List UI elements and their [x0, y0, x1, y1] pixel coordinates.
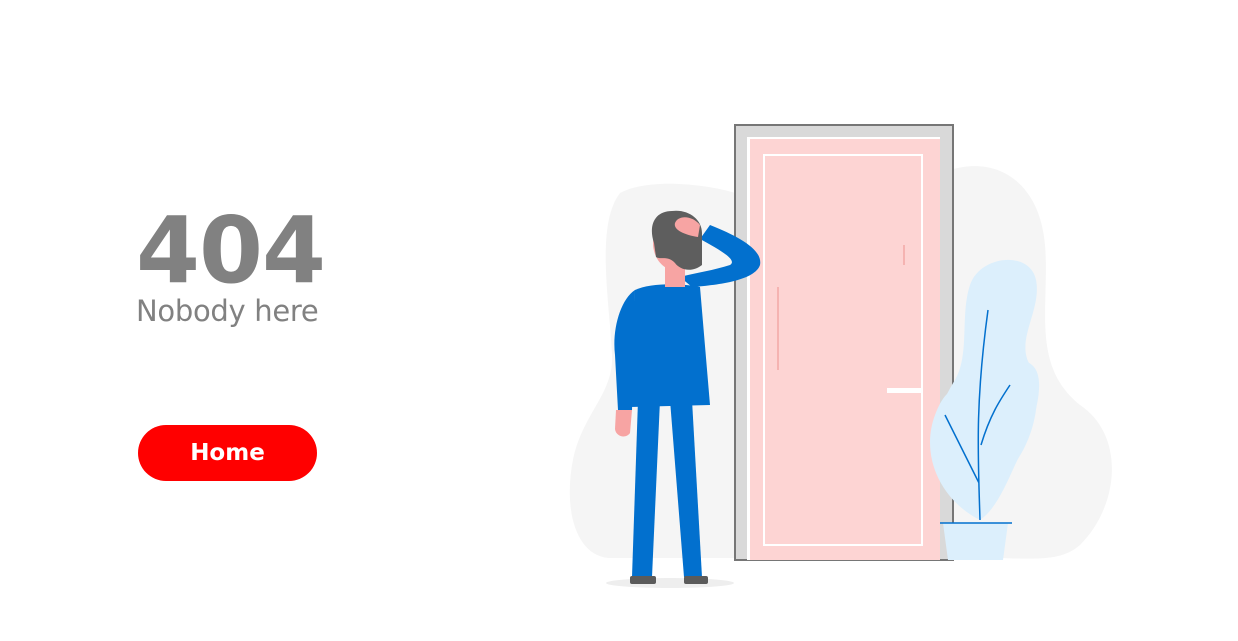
man-torso: [630, 284, 710, 407]
confused-man-at-door-illustration: [560, 115, 1130, 595]
error-block: 404 Nobody here: [136, 197, 396, 328]
plant-pot: [943, 523, 1008, 560]
ground-shadow: [606, 578, 734, 588]
man-hand-left: [615, 410, 632, 437]
home-button[interactable]: Home: [138, 425, 317, 481]
error-code: 404: [136, 197, 326, 304]
man-shoe-left: [630, 576, 656, 584]
illustration-svg: [569, 124, 1112, 588]
man-shoe-right: [684, 576, 708, 584]
error-message: Nobody here: [136, 294, 319, 328]
door-handle: [887, 388, 923, 393]
not-found-page: 404 Nobody here Home: [0, 0, 1238, 641]
